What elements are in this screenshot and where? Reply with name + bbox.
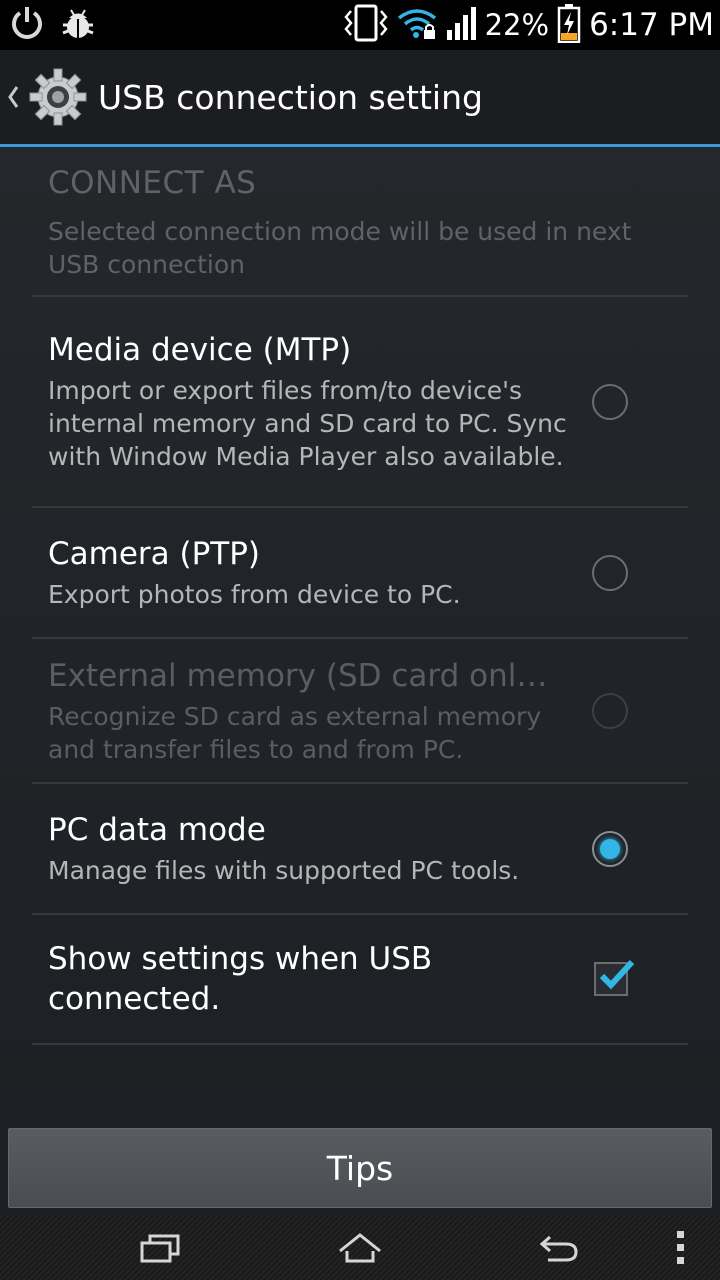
section-subtitle: Selected connection mode will be used in… bbox=[48, 217, 632, 279]
chevron-left-icon bbox=[8, 86, 19, 108]
clock: 6:17 PM bbox=[589, 7, 714, 43]
option-media-device-mtp[interactable]: Media device (MTP) Import or export file… bbox=[32, 297, 688, 506]
home-icon bbox=[339, 1233, 381, 1263]
divider bbox=[32, 1043, 688, 1045]
option-title: External memory (SD card onl… bbox=[48, 657, 548, 694]
action-bar: USB connection setting bbox=[0, 50, 720, 144]
navigation-bar bbox=[0, 1216, 720, 1280]
option-title: PC data mode bbox=[48, 812, 266, 848]
radio-camera-ptp[interactable] bbox=[592, 554, 628, 591]
option-subtitle: Recognize SD card as external memory and… bbox=[48, 701, 542, 764]
status-bar: 22% 6:17 PM bbox=[0, 0, 720, 50]
option-subtitle: Export photos from device to PC. bbox=[48, 580, 461, 609]
power-icon bbox=[8, 4, 46, 46]
signal-icon bbox=[445, 6, 477, 44]
option-title: Camera (PTP) bbox=[48, 536, 261, 572]
option-subtitle: Import or export files from/to device's … bbox=[48, 376, 567, 471]
radio-pc-data-mode[interactable] bbox=[592, 830, 628, 867]
radio-media-device-mtp[interactable] bbox=[592, 383, 628, 420]
tips-button[interactable]: Tips bbox=[8, 1128, 712, 1208]
back-button[interactable] bbox=[515, 1216, 605, 1280]
page-title: USB connection setting bbox=[98, 77, 483, 117]
battery-percent: 22% bbox=[484, 8, 550, 42]
option-camera-ptp[interactable]: Camera (PTP) Export photos from device t… bbox=[32, 508, 688, 637]
settings-gear-icon bbox=[26, 65, 90, 129]
up-navigation-button[interactable] bbox=[0, 50, 26, 144]
section-title: CONNECT AS bbox=[48, 165, 257, 201]
recent-apps-icon bbox=[140, 1234, 180, 1263]
option-title: Show settings when USB connected. bbox=[48, 941, 433, 1017]
option-show-settings-when-connected[interactable]: Show settings when USB connected. bbox=[32, 915, 688, 1043]
screen: 22% 6:17 PM USB connection setting CONNE… bbox=[0, 0, 720, 1280]
settings-list: CONNECT AS Selected connection mode will… bbox=[32, 147, 688, 1045]
option-subtitle: Manage files with supported PC tools. bbox=[48, 856, 520, 885]
option-title: Media device (MTP) bbox=[48, 332, 352, 368]
radio-external-memory bbox=[592, 692, 628, 729]
back-icon bbox=[539, 1235, 578, 1262]
show-settings-checkbox[interactable] bbox=[594, 959, 635, 996]
menu-icon bbox=[677, 1231, 684, 1264]
option-pc-data-mode[interactable]: PC data mode Manage files with supported… bbox=[32, 784, 688, 913]
wifi-lock-icon bbox=[397, 6, 437, 44]
home-button[interactable] bbox=[315, 1216, 405, 1280]
battery-charging-icon bbox=[557, 3, 581, 47]
debug-bug-icon bbox=[60, 5, 96, 45]
menu-button[interactable] bbox=[635, 1216, 720, 1280]
option-external-memory: External memory (SD card onl… Recognize … bbox=[32, 639, 688, 782]
checkmark-icon bbox=[599, 959, 635, 990]
recent-apps-button[interactable] bbox=[115, 1216, 205, 1280]
section-header: CONNECT AS Selected connection mode will… bbox=[32, 147, 688, 295]
vibrate-icon bbox=[343, 3, 389, 47]
